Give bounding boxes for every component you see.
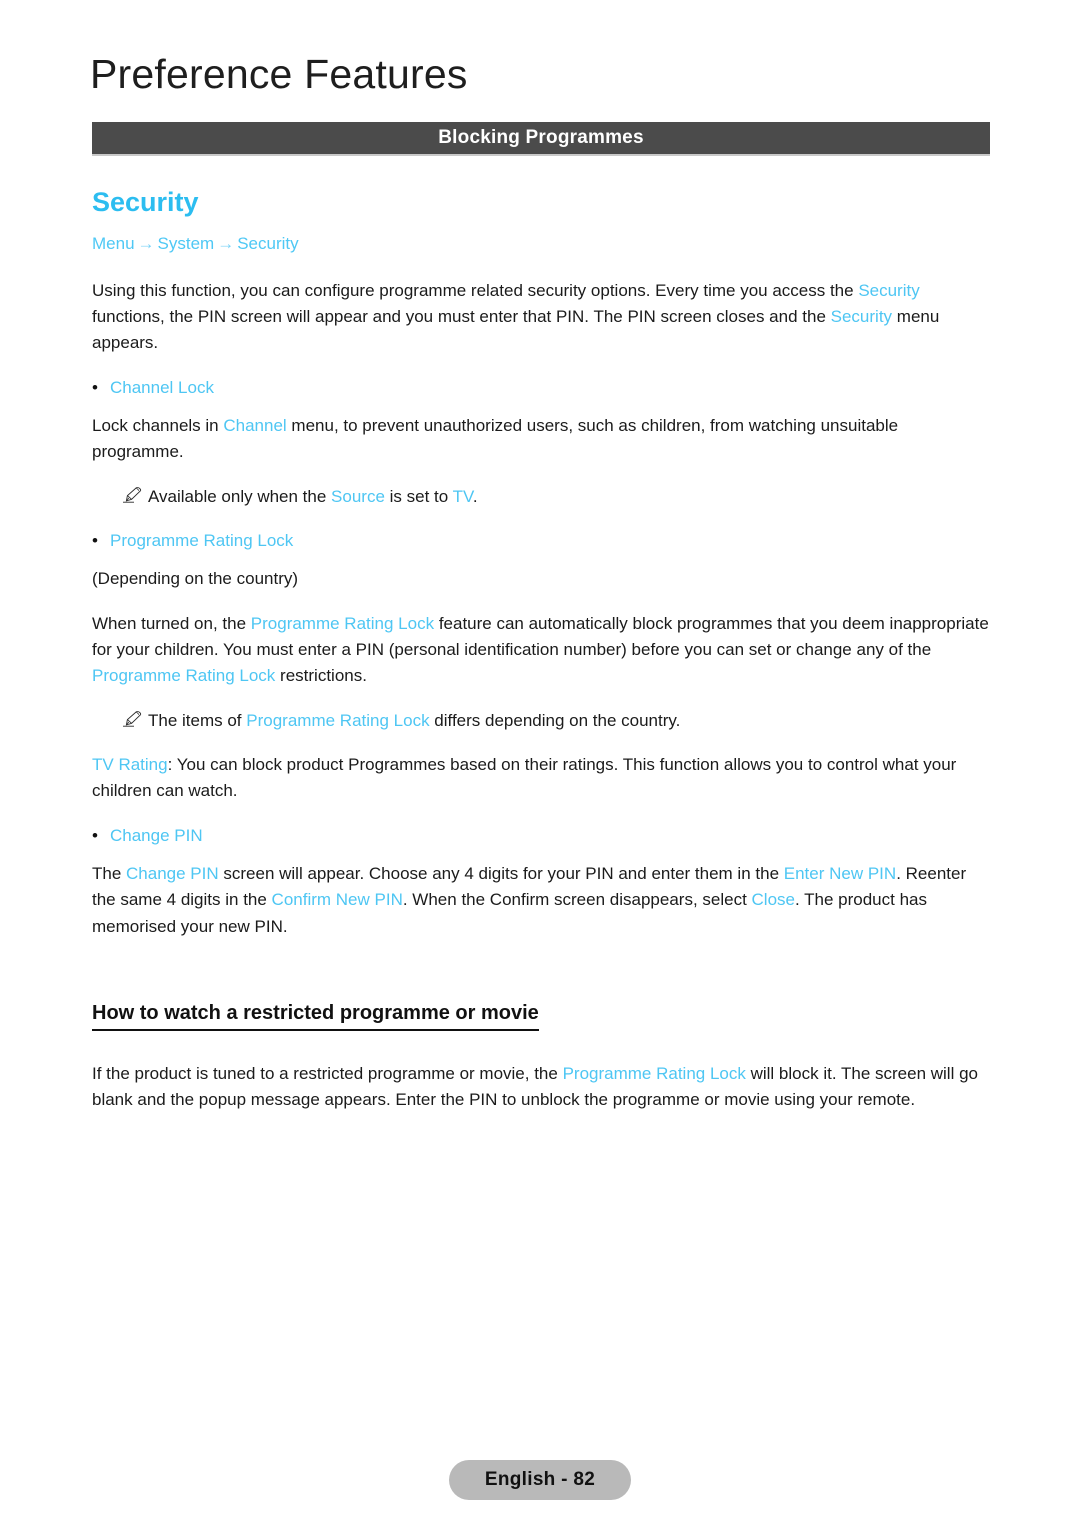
text-fragment: is set to [384,486,453,506]
page-title: Security [92,187,199,217]
pencil-note-icon [122,484,148,503]
country-dependency-note: (Depending on the country) [92,569,299,589]
arrow-right-icon: → [137,233,155,253]
note-programme-rating-lock: The items of Programme Rating Lock diffe… [122,708,990,734]
list-item-programme-rating-lock: • Programme Rating Lock [92,528,990,554]
document-page: Preference Features Blocking Programmes … [0,0,1080,1534]
subsection-heading: How to watch a restricted programme or m… [92,1000,539,1032]
chapter-title: Preference Features [90,51,468,97]
text-fragment: Lock channels in [92,415,224,435]
bullet-icon: • [92,530,98,550]
change-pin-description: The Change PIN screen will appear. Choos… [92,861,990,940]
channel-lock-description: Lock channels in Channel menu, to preven… [92,413,990,466]
page-number-badge: English - 82 [449,1460,631,1500]
programme-rating-lock-description: When turned on, the Programme Rating Loc… [92,611,990,690]
breadcrumb-item-menu[interactable]: Menu [92,234,135,253]
text-fragment: : You can block product Programmes based… [92,755,957,801]
inline-term-tv: TV [452,486,473,506]
note-text: The items of Programme Rating Lock diffe… [148,708,680,734]
inline-term-close: Close [751,890,795,910]
text-fragment: Using this function, you can configure p… [92,280,859,300]
tv-rating-description: TV Rating: You can block product Program… [92,752,990,805]
section-bar-label: Blocking Programmes [438,127,644,148]
inline-term-confirm-new-pin: Confirm New PIN [271,890,403,910]
text-fragment: screen will appear. Choose any 4 digits … [218,864,784,884]
text-fragment: The [92,864,127,884]
list-item-label: Channel Lock [110,377,214,397]
text-fragment: If the product is tuned to a restricted … [92,1064,563,1084]
breadcrumb-item-system[interactable]: System [158,234,215,253]
list-item-label: Programme Rating Lock [110,530,294,550]
text-fragment: When turned on, the [92,613,251,633]
bullet-icon: • [92,377,98,397]
inline-term-tv-rating: TV Rating [92,755,168,775]
text-fragment: differs depending on the country. [429,710,681,730]
bullet-icon: • [92,825,98,845]
content-column: Security Menu → System → Security Using this… [92,186,990,1132]
arrow-right-icon: → [217,233,235,253]
subsection-heading-wrap: How to watch a restricted programme or m… [92,970,990,1047]
list-item-change-pin: • Change PIN [92,823,990,849]
inline-term-programme-rating-lock: Programme Rating Lock [246,710,430,730]
inline-term-channel: Channel [223,415,287,435]
inline-term-enter-new-pin: Enter New PIN [783,864,897,884]
inline-term-security: Security [830,306,893,326]
text-fragment: . When the Confirm screen disappears, se… [402,890,752,910]
inline-term-change-pin: Change PIN [126,864,219,884]
inline-term-programme-rating-lock: Programme Rating Lock [92,666,276,686]
note-text: Available only when the Source is set to… [148,484,478,510]
section-bar: Blocking Programmes [92,122,990,156]
page-footer: English - 82 [0,1460,1080,1500]
text-fragment: functions, the PIN screen will appear an… [92,306,831,326]
text-fragment: restrictions. [275,666,367,686]
breadcrumb: Menu → System → Security [92,232,990,256]
inline-term-security: Security [858,280,920,300]
restricted-description: If the product is tuned to a restricted … [92,1061,990,1114]
breadcrumb-item-security[interactable]: Security [237,234,298,253]
inline-term-programme-rating-lock: Programme Rating Lock [250,613,435,633]
list-item-label: Change PIN [110,825,203,845]
security-intro-paragraph: Using this function, you can configure p… [92,278,990,357]
inline-term-source: Source [331,486,385,506]
text-fragment: The items of [148,710,247,730]
inline-term-programme-rating-lock: Programme Rating Lock [562,1064,746,1084]
text-fragment: Available only when the [148,486,332,506]
note-channel-lock: Available only when the Source is set to… [122,484,990,510]
text-fragment: . [472,486,478,506]
pencil-note-icon [122,708,148,727]
list-item-channel-lock: • Channel Lock [92,375,990,401]
